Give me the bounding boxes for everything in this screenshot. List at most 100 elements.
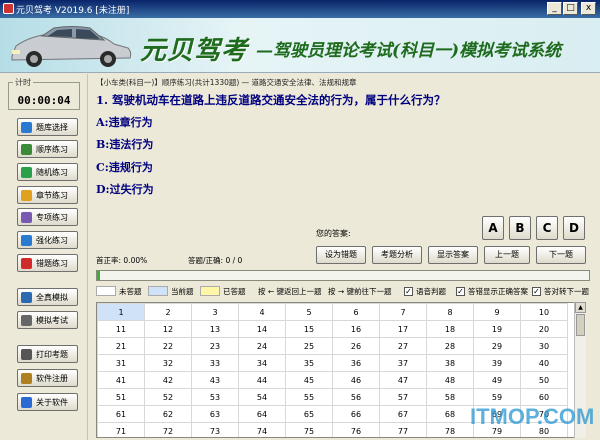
sidebar-item-about[interactable]: 关于软件	[17, 393, 78, 411]
question-cell[interactable]: 3	[191, 303, 239, 321]
question-cell[interactable]: 72	[144, 422, 192, 437]
sidebar-item-intensive[interactable]: 强化练习	[17, 231, 78, 249]
sidebar-item-sequence[interactable]: 顺序练习	[17, 140, 78, 158]
question-cell[interactable]: 53	[191, 388, 239, 406]
question-cell[interactable]: 71	[97, 422, 145, 437]
scroll-thumb[interactable]	[576, 314, 585, 336]
question-cell[interactable]: 37	[379, 354, 427, 372]
question-cell[interactable]: 54	[238, 388, 286, 406]
prev-question-button[interactable]: 上一题	[484, 246, 530, 264]
question-cell[interactable]: 40	[520, 354, 568, 372]
answer-a-button[interactable]: A	[482, 216, 504, 240]
question-cell[interactable]: 11	[97, 320, 145, 338]
question-cell[interactable]: 62	[144, 405, 192, 423]
answer-c-button[interactable]: C	[536, 216, 558, 240]
sidebar-item-fullsim[interactable]: 全真模拟	[17, 288, 78, 306]
question-cell[interactable]: 21	[97, 337, 145, 355]
question-cell[interactable]: 33	[191, 354, 239, 372]
maximize-button[interactable]: □	[563, 2, 578, 15]
question-cell[interactable]: 23	[191, 337, 239, 355]
voice-checkbox[interactable]: ✓	[404, 286, 413, 296]
question-cell[interactable]: 9	[473, 303, 521, 321]
minimize-button[interactable]: _	[547, 2, 562, 15]
question-cell[interactable]: 55	[285, 388, 333, 406]
question-cell[interactable]: 2	[144, 303, 192, 321]
question-cell[interactable]: 44	[238, 371, 286, 389]
question-cell[interactable]: 68	[426, 405, 474, 423]
sidebar-item-wrong[interactable]: 错题练习	[17, 254, 78, 272]
question-cell[interactable]: 61	[97, 405, 145, 423]
sidebar-item-special[interactable]: 专项练习	[17, 208, 78, 226]
show-answer-button[interactable]: 显示答案	[428, 246, 478, 264]
question-cell[interactable]: 48	[426, 371, 474, 389]
question-cell[interactable]: 64	[238, 405, 286, 423]
sidebar-item-register[interactable]: 软件注册	[17, 369, 78, 387]
question-cell[interactable]: 27	[379, 337, 427, 355]
question-cell[interactable]: 31	[97, 354, 145, 372]
question-cell[interactable]: 15	[285, 320, 333, 338]
question-cell[interactable]: 5	[285, 303, 333, 321]
sidebar-item-print[interactable]: 打印考题	[17, 345, 78, 363]
answer-b-button[interactable]: B	[509, 216, 531, 240]
next-question-button[interactable]: 下一题	[536, 246, 586, 264]
question-cell[interactable]: 25	[285, 337, 333, 355]
question-cell[interactable]: 76	[332, 422, 380, 437]
question-cell[interactable]: 34	[238, 354, 286, 372]
option-d[interactable]: D:过失行为	[96, 181, 154, 197]
question-cell[interactable]: 50	[520, 371, 568, 389]
question-cell[interactable]: 18	[426, 320, 474, 338]
question-cell[interactable]: 4	[238, 303, 286, 321]
question-cell[interactable]: 58	[426, 388, 474, 406]
question-cell[interactable]: 57	[379, 388, 427, 406]
question-cell[interactable]: 10	[520, 303, 568, 321]
question-cell[interactable]: 41	[97, 371, 145, 389]
option-b[interactable]: B:违法行为	[96, 136, 153, 152]
question-cell[interactable]: 66	[332, 405, 380, 423]
question-cell[interactable]: 77	[379, 422, 427, 437]
question-cell[interactable]: 47	[379, 371, 427, 389]
sidebar-item-mockexam[interactable]: 模拟考试	[17, 311, 78, 329]
question-cell[interactable]: 59	[473, 388, 521, 406]
question-cell[interactable]: 56	[332, 388, 380, 406]
question-cell[interactable]: 36	[332, 354, 380, 372]
question-cell[interactable]: 52	[144, 388, 192, 406]
question-cell[interactable]: 30	[520, 337, 568, 355]
question-cell[interactable]: 6	[332, 303, 380, 321]
question-cell[interactable]: 35	[285, 354, 333, 372]
question-cell[interactable]: 43	[191, 371, 239, 389]
answer-d-button[interactable]: D	[563, 216, 585, 240]
question-cell[interactable]: 28	[426, 337, 474, 355]
analysis-button[interactable]: 考题分析	[372, 246, 422, 264]
question-cell[interactable]: 51	[97, 388, 145, 406]
question-cell[interactable]: 24	[238, 337, 286, 355]
question-cell[interactable]: 1	[97, 303, 145, 321]
question-cell[interactable]: 78	[426, 422, 474, 437]
question-cell[interactable]: 22	[144, 337, 192, 355]
question-cell[interactable]: 17	[379, 320, 427, 338]
option-a[interactable]: A:违章行为	[96, 114, 153, 130]
scroll-up-icon[interactable]: ▲	[575, 302, 586, 313]
question-cell[interactable]: 38	[426, 354, 474, 372]
question-cell[interactable]: 32	[144, 354, 192, 372]
auto-next-check[interactable]: ✓ 答对转下一题	[532, 285, 589, 297]
close-button[interactable]: x	[581, 2, 596, 15]
question-cell[interactable]: 73	[191, 422, 239, 437]
question-cell[interactable]: 67	[379, 405, 427, 423]
question-cell[interactable]: 16	[332, 320, 380, 338]
question-cell[interactable]: 7	[379, 303, 427, 321]
question-cell[interactable]: 74	[238, 422, 286, 437]
question-cell[interactable]: 63	[191, 405, 239, 423]
question-cell[interactable]: 42	[144, 371, 192, 389]
question-cell[interactable]: 49	[473, 371, 521, 389]
question-cell[interactable]: 29	[473, 337, 521, 355]
question-cell[interactable]: 26	[332, 337, 380, 355]
question-cell[interactable]: 39	[473, 354, 521, 372]
auto-next-checkbox[interactable]: ✓	[532, 286, 541, 296]
question-cell[interactable]: 14	[238, 320, 286, 338]
option-c[interactable]: C:违规行为	[96, 159, 153, 175]
wrong-show-check[interactable]: ✓ 答错显示正确答案	[456, 285, 528, 297]
question-cell[interactable]: 65	[285, 405, 333, 423]
question-cell[interactable]: 13	[191, 320, 239, 338]
question-cell[interactable]: 45	[285, 371, 333, 389]
question-cell[interactable]: 60	[520, 388, 568, 406]
